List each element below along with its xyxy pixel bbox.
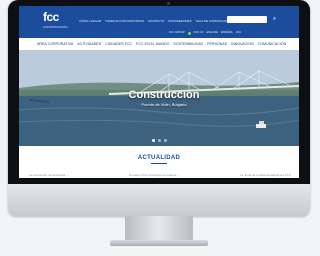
logo-subtitle: CONSTRUCCIÓN bbox=[43, 25, 68, 29]
nav-item[interactable]: COMUNICACIÓN bbox=[258, 38, 287, 50]
util-link[interactable]: ENGLISH bbox=[207, 30, 218, 36]
search-icon[interactable]: ⌕ bbox=[271, 16, 278, 23]
nav-item[interactable]: SOSTENIBILIDAD bbox=[173, 38, 203, 50]
top-link[interactable]: PROVEEDORES bbox=[168, 18, 191, 24]
nav-item[interactable]: ACTIVIDADES bbox=[77, 38, 101, 50]
hero-banner[interactable]: Construcción Puente de Vidin, Bulgaria bbox=[19, 50, 299, 146]
nav-item[interactable]: PERSONAS bbox=[207, 38, 227, 50]
top-link[interactable]: CONTACTO bbox=[148, 18, 165, 24]
news-item[interactable]: La Junta de Andalucía adjudica a FCC bbox=[240, 172, 291, 178]
top-link[interactable]: TRABAJA CON NOSOTROS bbox=[105, 18, 144, 24]
news-underline bbox=[151, 163, 167, 164]
carousel-dot[interactable] bbox=[151, 139, 155, 142]
carousel-dot[interactable] bbox=[163, 139, 167, 142]
news-item[interactable]: La exposición de la Muralla ... bbox=[29, 172, 69, 178]
monitor-chin bbox=[8, 184, 310, 216]
hero-subtitle: Puente de Vidin, Bulgaria bbox=[141, 102, 187, 107]
news-section: ACTUALIDAD La exposición de la Muralla .… bbox=[19, 146, 299, 178]
carousel-dots bbox=[147, 139, 171, 143]
camera-icon bbox=[167, 2, 170, 5]
nav-item[interactable]: CIUDADES FCC bbox=[105, 38, 132, 50]
monitor-screen: fcc CONSTRUCCIÓN CÓMO LLEGAR TRABAJA CON… bbox=[19, 6, 299, 178]
fcc-logo[interactable]: fcc CONSTRUCCIÓN bbox=[43, 10, 68, 31]
util-link[interactable]: ESPAÑOL bbox=[221, 30, 233, 36]
nav-item[interactable]: INNOVACIÓN bbox=[231, 38, 254, 50]
nav-item[interactable]: ÁREA CORPORATIVA bbox=[37, 38, 73, 50]
site-header: fcc CONSTRUCCIÓN CÓMO LLEGAR TRABAJA CON… bbox=[19, 6, 299, 38]
nav-items: ÁREA CORPORATIVA ACTIVIDADES CIUDADES FC… bbox=[37, 38, 297, 50]
monitor-stand-base bbox=[110, 240, 208, 246]
status-dot-icon bbox=[187, 31, 191, 35]
monitor-stand bbox=[125, 216, 193, 242]
util-link[interactable]: FCC CO bbox=[194, 30, 204, 36]
logo-text: fcc bbox=[43, 10, 59, 24]
search-input[interactable] bbox=[227, 16, 267, 23]
desktop-scene: fcc CONSTRUCCIÓN CÓMO LLEGAR TRABAJA CON… bbox=[0, 0, 318, 256]
util-link[interactable]: FCC bbox=[236, 30, 241, 36]
news-snippets: La exposición de la Muralla ... El puert… bbox=[29, 172, 291, 178]
news-title: ACTUALIDAD bbox=[137, 155, 181, 161]
news-item[interactable]: El puerto FCC construye la variante ... bbox=[129, 172, 180, 178]
utility-links: FCC GROUP FCC CO ENGLISH ESPAÑOL FCC bbox=[169, 30, 289, 36]
top-link[interactable]: CÓMO LLEGAR bbox=[79, 18, 101, 24]
top-links: CÓMO LLEGAR TRABAJA CON NOSOTROS CONTACT… bbox=[79, 18, 233, 24]
nav-item[interactable]: FCC EN EL MUNDO bbox=[136, 38, 169, 50]
carousel-dot[interactable] bbox=[157, 139, 161, 142]
util-link[interactable]: FCC GROUP bbox=[169, 30, 185, 36]
hero-title: Construcción bbox=[128, 89, 200, 101]
